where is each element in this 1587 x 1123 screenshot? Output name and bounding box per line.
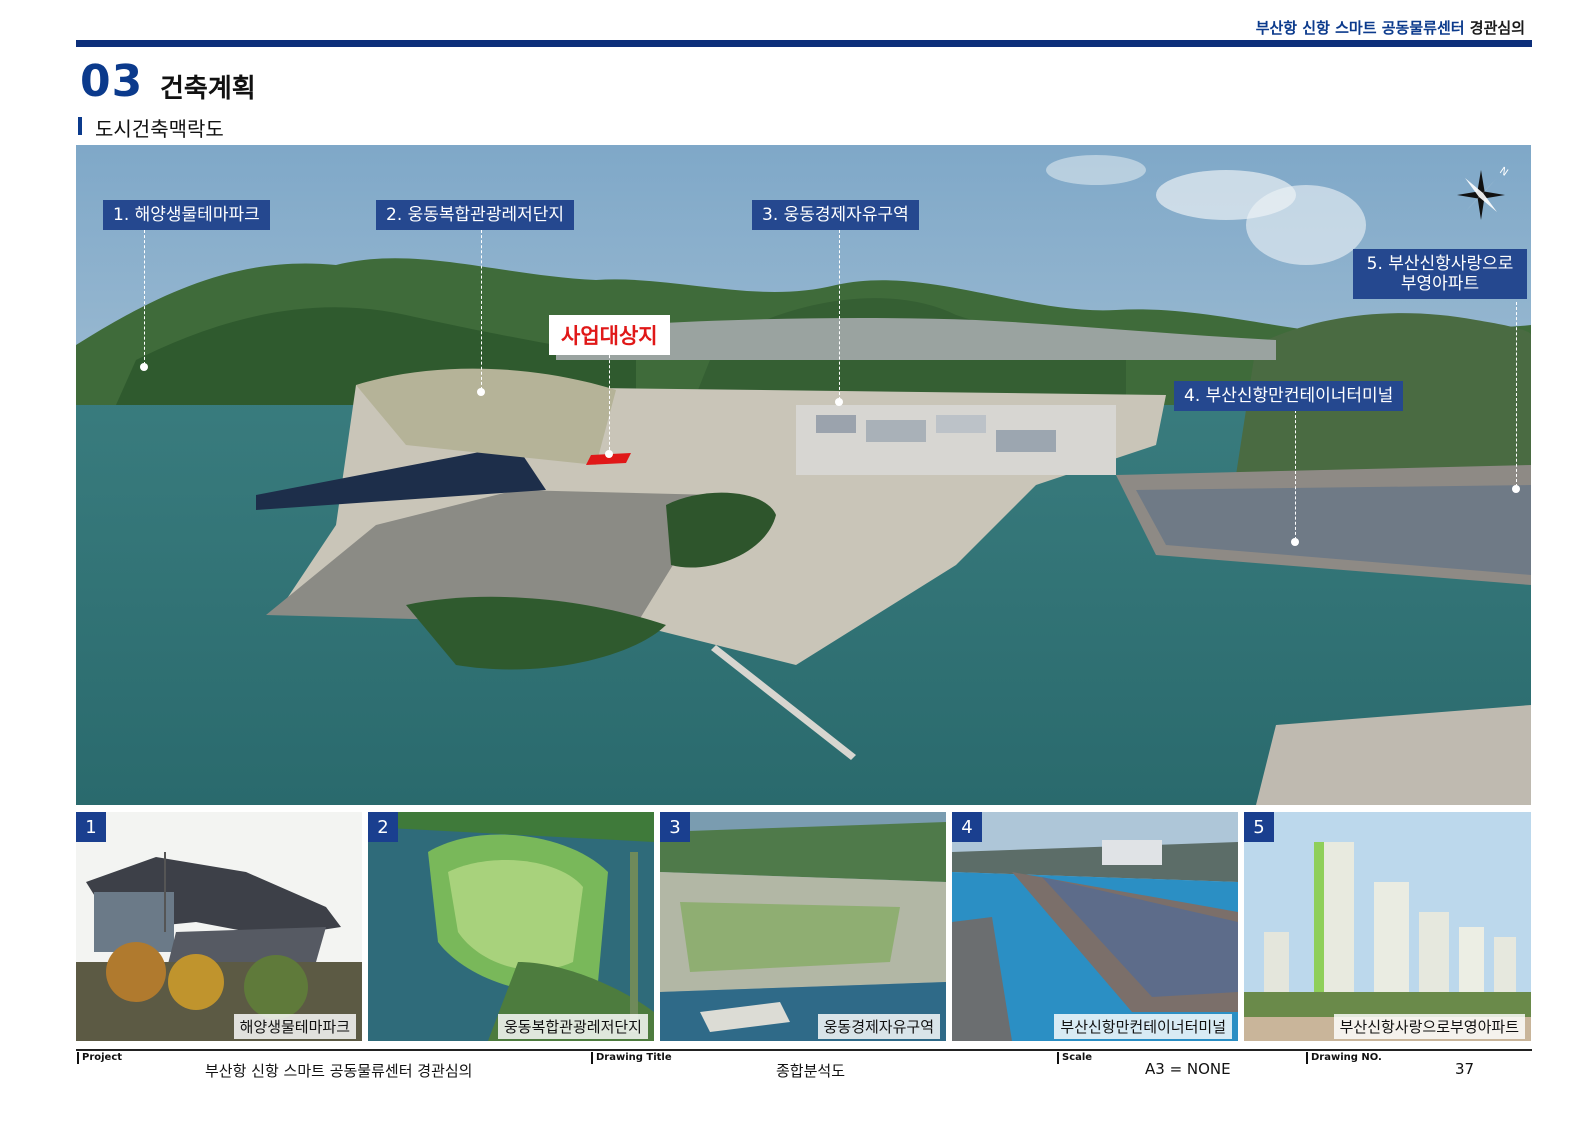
callout-booyoung-apartment: 5. 부산신항사랑으로 부영아파트 (1353, 249, 1527, 299)
marker-dot-4 (1291, 538, 1299, 546)
footer-scale-label: Scale (1057, 1052, 1092, 1064)
footer-drawing-no-value: 37 (1455, 1060, 1475, 1078)
marker-dot-site (605, 450, 613, 458)
leader-line-5 (1516, 302, 1517, 487)
leader-line-site (609, 350, 610, 455)
photo-caption-4: 부산신항만컨테이너터미널 (1054, 1014, 1232, 1039)
callout-5-line: 5. 부산신항사랑으로 부영아파트 (1366, 254, 1514, 294)
photo-1: 1 해양생물테마파크 (76, 812, 362, 1041)
svg-text:N: N (1497, 165, 1509, 178)
photo-caption-5: 부산신항사랑으로부영아파트 (1333, 1014, 1525, 1039)
footer-drawing-title-label: Drawing Title (591, 1052, 672, 1064)
apartment-complex-photo (1244, 812, 1531, 1041)
leisure-complex-photo (368, 812, 654, 1041)
container-terminal-photo (952, 812, 1238, 1041)
leader-line-2 (481, 230, 482, 390)
subtitle-marker (78, 117, 82, 135)
marker-dot-5 (1512, 485, 1520, 493)
section-number: 03 (80, 56, 144, 107)
callout-woongdong-leisure: 2. 웅동복합관광레저단지 (376, 200, 575, 230)
footer-divider (76, 1049, 1532, 1051)
photo-4: 4 부산신항만컨테이너터미널 (952, 812, 1238, 1041)
photo-5: 5 부산신항사랑으로부영아파트 (1244, 812, 1531, 1041)
photo-caption-2: 웅동복합관광레저단지 (497, 1014, 648, 1039)
callout-container-terminal: 4. 부산신항만컨테이너터미널 (1174, 381, 1404, 411)
photo-3: 3 웅동경제자유구역 (660, 812, 946, 1041)
footer-drawing-title-value: 종합분석도 (776, 1062, 846, 1080)
footer-scale-value: A3 = NONE (1145, 1060, 1231, 1078)
header-project: 부산항 신항 스마트 공동물류센터 (1255, 19, 1465, 37)
photo-caption-1: 해양생물테마파크 (233, 1014, 356, 1039)
header-review: 경관심의 (1469, 19, 1525, 37)
photo-2: 2 웅동복합관광레저단지 (368, 812, 654, 1041)
leader-line-3 (839, 230, 840, 400)
document-header: 부산항 신항 스마트 공동물류센터 경관심의 (1256, 17, 1525, 38)
footer-project-value: 부산항 신항 스마트 공동물류센터 경관심의 (205, 1062, 473, 1080)
photo-number-1: 1 (76, 812, 106, 842)
photo-number-3: 3 (660, 812, 690, 842)
footer-drawing-no-label: Drawing NO. (1306, 1052, 1382, 1064)
north-arrow-icon: N (1457, 165, 1510, 220)
marker-dot-2 (477, 388, 485, 396)
marker-dot-1 (140, 363, 148, 371)
aerial-map: 1. 해양생물테마파크 2. 웅동복합관광레저단지 3. 웅동경제자유구역 4.… (76, 145, 1531, 805)
economic-zone-photo (660, 812, 946, 1041)
photo-number-4: 4 (952, 812, 982, 842)
section-title: 건축계획 (160, 74, 256, 104)
leader-line-4 (1295, 410, 1296, 540)
section-subtitle: 도시건축맥락도 (95, 117, 224, 141)
photo-number-2: 2 (368, 812, 398, 842)
marker-dot-3 (835, 398, 843, 406)
aerial-map-illustration (76, 145, 1531, 805)
marine-park-photo (76, 812, 362, 1041)
callout-marine-theme-park: 1. 해양생물테마파크 (103, 200, 270, 230)
header-divider (76, 40, 1532, 47)
photo-strip: 1 해양생물테마파크 2 웅동복합관광레저단지 3 웅동경제자유구역 4 부산신… (76, 812, 1531, 1041)
site-label: 사업대상지 (549, 315, 670, 355)
callout-free-economic-zone: 3. 웅동경제자유구역 (752, 200, 919, 230)
photo-caption-3: 웅동경제자유구역 (817, 1014, 940, 1039)
footer-project-label: Project (77, 1052, 122, 1064)
photo-number-5: 5 (1244, 812, 1274, 842)
leader-line-1 (144, 230, 145, 365)
